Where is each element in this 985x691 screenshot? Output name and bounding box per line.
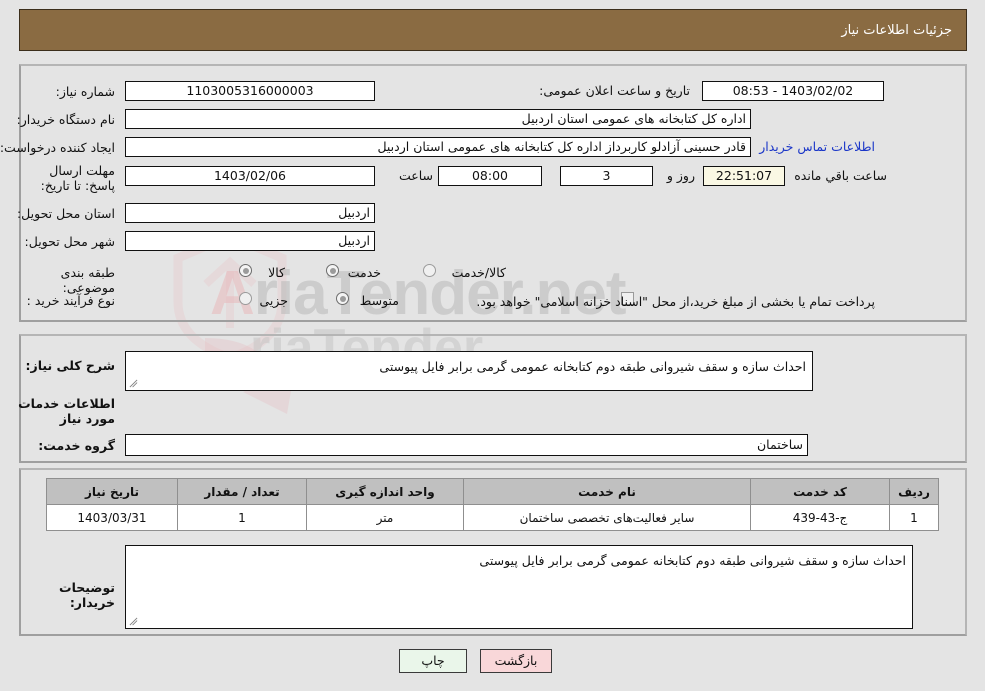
radio-category-kala[interactable] [239,264,252,277]
label-general-description: شرح کلی نیاز: [25,358,115,373]
page-title: جزئیات اطلاعات نیاز [841,22,952,38]
cell-service-name: سایر فعالیت‌های تخصصی ساختمان [463,504,751,531]
deadline-date-field[interactable]: 1403/02/06 [125,166,375,186]
resize-grip-icon[interactable] [129,617,138,626]
cell-unit: متر [306,504,464,531]
label-remaining-hours: ساعت باقي مانده [794,168,887,183]
label-delivery-city: شهر محل تحویل: [24,234,115,249]
label-delivery-province: استان محل تحویل: [16,206,115,221]
general-description-textarea[interactable]: احداث سازه و سقف شیروانی طبقه دوم کتابخا… [125,351,813,391]
cell-row-index: 1 [889,504,939,531]
label-service-group: گروه خدمت: [38,438,115,453]
radio-label-process-motavasset[interactable]: متوسط [360,293,399,308]
window-title-bar: جزئیات اطلاعات نیاز [19,9,967,51]
print-button[interactable]: چاپ [399,649,467,673]
label-buyer-org: نام دستگاه خریدار: [16,112,115,127]
table-header-need-date: تاریخ نیاز [46,478,178,505]
delivery-city-field[interactable]: اردبیل [125,231,375,251]
radio-process-jozii[interactable] [239,292,252,305]
general-description-value: احداث سازه و سقف شیروانی طبقه دوم کتابخا… [379,359,806,374]
services-table: ردیف کد خدمت نام خدمت واحد اندازه گیری ت… [46,478,939,531]
label-subject-category: طبقه بندی موضوعی: [60,265,115,295]
resize-grip-icon[interactable] [129,379,138,388]
table-header-service-name: نام خدمت [463,478,751,505]
announcement-datetime-field[interactable]: 1403/02/02 - 08:53 [702,81,884,101]
radio-category-khedmat[interactable] [326,264,339,277]
need-number-field[interactable]: 1103005316000003 [125,81,375,101]
label-deadline-time: ساعت [398,168,433,183]
back-button[interactable]: بازگشت [480,649,552,673]
label-request-creator: ایجاد کننده درخواست: [0,140,115,155]
label-response-deadline: مهلت ارسال پاسخ: تا تاریخ: [40,163,115,193]
service-group-field[interactable]: ساختمان [125,434,808,456]
buyer-contact-link[interactable]: اطلاعات تماس خریدار [759,138,875,156]
label-purchase-process: نوع فرآیند خرید : [26,293,115,308]
page-root: AriaTender.net riaTender جزئیات اطلاعات … [0,0,985,691]
radio-label-category-khedmat[interactable]: خدمت [348,265,381,280]
table-header-row: ردیف کد خدمت نام خدمت واحد اندازه گیری ت… [46,478,939,505]
delivery-province-field[interactable]: اردبیل [125,203,375,223]
table-header-quantity: تعداد / مقدار [177,478,307,505]
panel-need-info [19,64,967,322]
radio-category-kala-khedmat[interactable] [423,264,436,277]
buyer-notes-value: احداث سازه و سقف شیروانی طبقه دوم کتابخا… [479,553,906,568]
cell-quantity: 1 [177,504,307,531]
table-header-row-index: ردیف [889,478,939,505]
request-creator-field[interactable]: قادر حسینی آزادلو کاربرداز اداره کل کتاب… [125,137,751,157]
cell-need-date: 1403/03/31 [46,504,178,531]
table-header-unit: واحد اندازه گیری [306,478,464,505]
table-row[interactable]: 1 ج-43-439 سایر فعالیت‌های تخصصی ساختمان… [46,504,939,531]
label-need-number: شماره نیاز: [55,84,115,99]
remaining-time-countdown: 22:51:07 [703,166,785,186]
radio-label-category-kala-khedmat[interactable]: کالا/خدمت [452,265,506,280]
table-header-service-code: کد خدمت [750,478,890,505]
remaining-days-field[interactable]: 3 [560,166,653,186]
islamic-treasury-note: پرداخت تمام یا بخشی از مبلغ خرید،از محل … [476,294,875,309]
deadline-time-field[interactable]: 08:00 [438,166,542,186]
radio-label-category-kala[interactable]: کالا [268,265,285,280]
label-buyer-notes: توضیحات خریدار: [59,580,115,610]
buyer-org-field[interactable]: اداره کل کتابخانه های عمومی استان اردبیل [125,109,751,129]
label-days-and: روز و [666,168,695,183]
radio-label-process-jozii[interactable]: جزیی [259,293,288,308]
buyer-notes-textarea[interactable]: احداث سازه و سقف شیروانی طبقه دوم کتابخا… [125,545,913,629]
label-announcement-datetime: تاریخ و ساعت اعلان عمومی: [539,83,690,98]
section-title-services: اطلاعات خدمات مورد نیاز [18,396,115,426]
cell-service-code: ج-43-439 [750,504,890,531]
radio-process-motavasset[interactable] [336,292,349,305]
